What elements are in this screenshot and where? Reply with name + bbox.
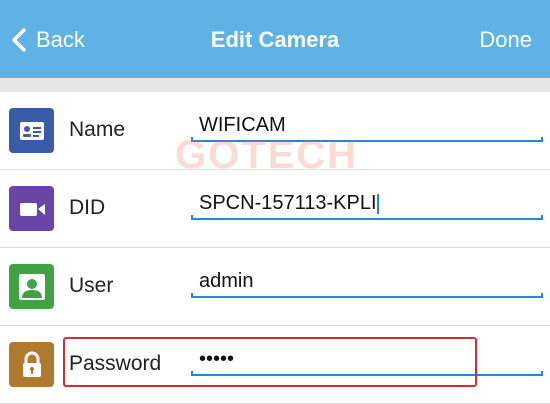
password-highlight-box [63, 337, 477, 387]
section-divider [0, 78, 550, 92]
user-input[interactable]: admin [199, 270, 253, 293]
app-header: Back Edit Camera Done [0, 0, 550, 78]
watermark-logo: GOTECH [175, 133, 359, 177]
lock-icon [9, 342, 54, 387]
field-label-name: Name [69, 118, 126, 141]
field-row-user: User admin [0, 248, 550, 326]
video-camera-icon [9, 186, 54, 231]
did-input-underline [191, 215, 543, 220]
did-input-text: SPCN-157113-KPLI [199, 192, 377, 214]
user-input-underline [191, 293, 543, 298]
user-icon [9, 264, 54, 309]
field-row-did: DID SPCN-157113-KPLI [0, 170, 550, 248]
done-button[interactable]: Done [479, 24, 532, 56]
field-label-user: User [69, 274, 114, 297]
field-label-did: DID [69, 196, 106, 219]
did-input[interactable]: SPCN-157113-KPLI [199, 192, 379, 215]
text-cursor [376, 193, 379, 214]
page-title: Edit Camera [210, 27, 340, 52]
contact-card-icon [9, 108, 54, 153]
